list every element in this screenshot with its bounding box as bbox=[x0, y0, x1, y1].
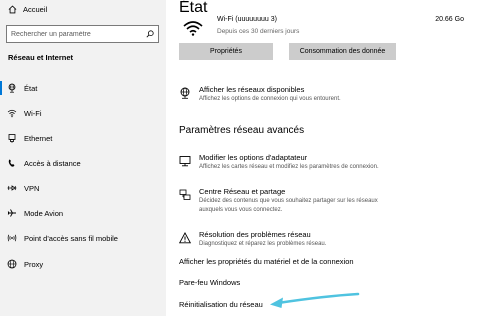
properties-button[interactable]: Propriétés bbox=[179, 43, 273, 60]
show-networks-title: Afficher les réseaux disponibles bbox=[199, 85, 305, 94]
sharing-center-icon bbox=[179, 188, 191, 200]
vpn-icon bbox=[7, 183, 17, 193]
adapter-options-option[interactable]: Modifier les options d'adaptateur Affich… bbox=[179, 153, 479, 175]
dialup-icon bbox=[7, 158, 17, 168]
wifi-connection-row: Wi-Fi (uuuuuuuu 3) Depuis ces 30 dernier… bbox=[179, 16, 479, 40]
sharing-center-desc-line1: Décidez des contenus que vous souhaitez … bbox=[199, 198, 378, 204]
advanced-settings-heading: Paramètres réseau avancés bbox=[179, 125, 305, 136]
data-usage-button[interactable]: Consommation des donnée bbox=[289, 43, 396, 60]
airplane-icon bbox=[7, 208, 17, 218]
sidebar-item-label: VPN bbox=[24, 183, 40, 193]
sharing-center-title: Centre Réseau et partage bbox=[199, 187, 286, 196]
adapter-options-desc: Affichez les cartes réseau et modifiez l… bbox=[199, 164, 379, 170]
windows-firewall-link[interactable]: Pare-feu Windows bbox=[179, 278, 240, 287]
sidebar-item-point-acces[interactable]: Point d'accès sans fil mobile bbox=[0, 227, 166, 249]
search-input[interactable] bbox=[11, 30, 146, 38]
sidebar: Accueil Réseau et Internet État Wi-Fi Et… bbox=[0, 0, 166, 316]
wifi-usage-period: Depuis ces 30 derniers jours bbox=[217, 28, 300, 35]
troubleshooter-desc: Diagnostiquez et réparez les problèmes r… bbox=[199, 241, 327, 247]
show-networks-option[interactable]: Afficher les réseaux disponibles Affiche… bbox=[179, 85, 479, 107]
hotspot-icon bbox=[7, 233, 17, 243]
sidebar-item-mode-avion[interactable]: Mode Avion bbox=[0, 202, 166, 224]
sidebar-item-label: Proxy bbox=[24, 259, 44, 269]
wifi-name: Wi-Fi (uuuuuuuu 3) bbox=[217, 16, 277, 23]
home-link[interactable]: Accueil bbox=[8, 3, 47, 15]
sidebar-item-label: Wi-Fi bbox=[24, 108, 42, 118]
sidebar-item-label: Mode Avion bbox=[24, 208, 64, 218]
sidebar-item-label: État bbox=[24, 83, 38, 93]
network-sharing-center-option[interactable]: Centre Réseau et partage Décidez des con… bbox=[179, 187, 479, 215]
search-icon[interactable] bbox=[146, 30, 154, 38]
sidebar-item-label: Point d'accès sans fil mobile bbox=[24, 233, 118, 243]
globe-network-icon bbox=[7, 83, 17, 93]
network-list-icon bbox=[179, 86, 191, 99]
troubleshooter-option[interactable]: Résolution des problèmes réseau Diagnost… bbox=[178, 230, 479, 252]
sidebar-item-label: Accès à distance bbox=[24, 158, 81, 168]
sidebar-item-label: Ethernet bbox=[24, 133, 53, 143]
sidebar-item-acces-distance[interactable]: Accès à distance bbox=[0, 152, 166, 174]
main-panel: État Wi-Fi (uuuuuuuu 3) Depuis ces 30 de… bbox=[166, 0, 488, 316]
adapter-options-title: Modifier les options d'adaptateur bbox=[199, 153, 308, 162]
sidebar-item-wifi[interactable]: Wi-Fi bbox=[0, 102, 166, 124]
troubleshooter-title: Résolution des problèmes réseau bbox=[199, 230, 311, 239]
show-networks-desc: Affichez les options de connexion qui vo… bbox=[199, 96, 341, 102]
sidebar-section-title: Réseau et Internet bbox=[8, 53, 74, 62]
warning-icon bbox=[178, 231, 192, 244]
home-label: Accueil bbox=[23, 4, 48, 14]
sidebar-item-proxy[interactable]: Proxy bbox=[0, 253, 166, 275]
ethernet-icon bbox=[7, 133, 17, 143]
sidebar-item-etat[interactable]: État bbox=[0, 77, 166, 99]
sharing-center-desc-line2: auxquels vous vous connectez. bbox=[199, 207, 283, 213]
sidebar-item-vpn[interactable]: VPN bbox=[0, 177, 166, 199]
page-title: État bbox=[179, 0, 208, 16]
globe-icon bbox=[7, 259, 17, 269]
hardware-properties-link[interactable]: Afficher les propriétés du matériel et d… bbox=[179, 257, 354, 266]
wifi-signal-icon bbox=[183, 21, 203, 36]
wifi-icon bbox=[7, 108, 17, 118]
sidebar-item-ethernet[interactable]: Ethernet bbox=[0, 127, 166, 149]
search-box[interactable] bbox=[6, 25, 159, 43]
adapter-monitor-icon bbox=[179, 154, 191, 167]
network-reset-link[interactable]: Réinitialisation du réseau bbox=[179, 300, 263, 309]
wifi-data-used: 20.66 Go bbox=[435, 16, 464, 23]
home-icon bbox=[8, 5, 17, 13]
